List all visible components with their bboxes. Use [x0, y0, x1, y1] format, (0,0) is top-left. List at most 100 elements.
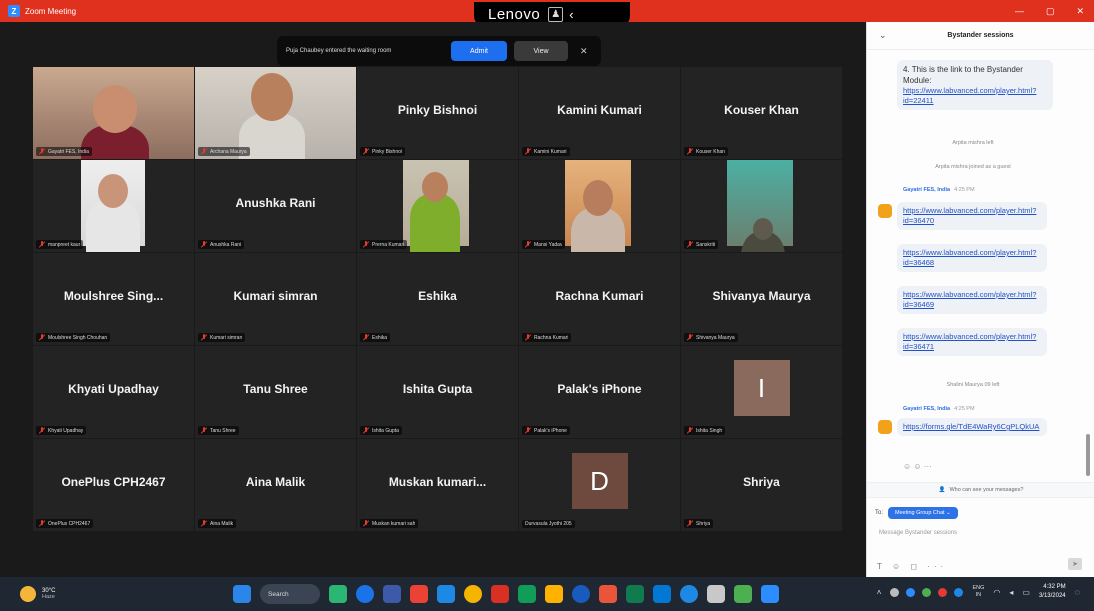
participant-display-name: Aina Malik: [245, 475, 306, 489]
taskbar-app-icon[interactable]: [464, 585, 482, 603]
message-link[interactable]: https://www.labvanced.com/player.html?id…: [903, 290, 1041, 310]
muted-mic-icon: [687, 427, 693, 434]
notification-bell-icon[interactable]: ◌: [1075, 587, 1080, 597]
participant-tile[interactable]: Muskan kumari... Muskan kumari sah: [357, 439, 518, 531]
recipient-dropdown[interactable]: Meeting Group Chat ⌄: [888, 507, 958, 519]
participant-tile[interactable]: Tanu Shree Tanu Shree: [195, 346, 356, 438]
participant-tile[interactable]: Sanskriti: [681, 160, 842, 252]
tray-app-icon[interactable]: [906, 587, 916, 597]
participant-name-label: Moulshree Singh Chouhan: [36, 333, 111, 342]
message-input[interactable]: Message Bystander sessions: [879, 530, 957, 536]
participant-name-label: Eshika: [360, 333, 391, 342]
taskbar-app-icon[interactable]: [491, 585, 509, 603]
participant-tile[interactable]: manpreet kaur: [33, 160, 194, 252]
participant-tile[interactable]: Gayatri FES, India: [33, 67, 194, 159]
participant-tile[interactable]: D Durvasula Jyothi 205: [519, 439, 680, 531]
taskbar-app-icon[interactable]: [545, 585, 563, 603]
participant-tile[interactable]: Kouser Khan Kouser Khan: [681, 67, 842, 159]
admit-button[interactable]: Admit: [451, 41, 507, 61]
tray-app-icon[interactable]: [890, 587, 900, 597]
muted-mic-icon: [363, 148, 369, 155]
taskbar-app-icon[interactable]: [761, 585, 779, 603]
participant-name: Khyati Upadhay: [48, 427, 84, 434]
tray-app-icon[interactable]: [922, 587, 932, 597]
participant-tile[interactable]: I Ishita Singh: [681, 346, 842, 438]
send-button[interactable]: ➤: [1068, 558, 1082, 570]
message-reactions[interactable]: ☺ ☺ ···: [903, 462, 932, 471]
muted-mic-icon: [363, 241, 369, 248]
participant-tile[interactable]: Kumari simran Kumari simran: [195, 253, 356, 345]
muted-mic-icon: [39, 241, 45, 248]
participant-tile[interactable]: Eshika Eshika: [357, 253, 518, 345]
message-text: 4. This is the link to the Bystander Mod…: [903, 65, 1023, 85]
battery-icon[interactable]: ▭: [1022, 588, 1030, 597]
taskbar-app-icon[interactable]: [410, 585, 428, 603]
lang-line: ENG: [972, 585, 985, 591]
participant-tile[interactable]: Prerna Kumari: [357, 160, 518, 252]
participant-tile[interactable]: OnePlus CPH2467 OnePlus CPH2467: [33, 439, 194, 531]
taskbar-app-icon[interactable]: [518, 585, 536, 603]
muted-mic-icon: [201, 241, 207, 248]
taskbar-app-icon[interactable]: [437, 585, 455, 603]
tray-app-icon[interactable]: [938, 587, 948, 597]
taskbar-search[interactable]: Search: [260, 584, 320, 604]
participant-tile[interactable]: Palak's iPhone Palak's iPhone: [519, 346, 680, 438]
participant-name: Gayatri FES, India: [48, 148, 89, 155]
participant-tile[interactable]: Pinky Bishnoi Pinky Bishnoi: [357, 67, 518, 159]
tray-app-icon[interactable]: [954, 587, 964, 597]
participant-tile[interactable]: Shivanya Maurya Shivanya Maurya: [681, 253, 842, 345]
message-link[interactable]: https://www.labvanced.com/player.html?id…: [903, 248, 1041, 268]
muted-mic-icon: [687, 148, 693, 155]
message-time: 4:25 PM: [954, 187, 975, 193]
participant-tile[interactable]: Ishita Gupta Ishita Gupta: [357, 346, 518, 438]
wifi-icon[interactable]: ◠: [993, 588, 1000, 597]
taskbar-app-icon[interactable]: [626, 585, 644, 603]
system-message: Shalini Maurya 09 left: [946, 382, 1000, 388]
message-sender: Gayatri FES, India 4:25 PM: [903, 187, 975, 193]
taskbar-app-icon[interactable]: [329, 585, 347, 603]
taskbar-app-icon[interactable]: [653, 585, 671, 603]
participant-tile[interactable]: Anushka Rani Anushka Rani: [195, 160, 356, 252]
language-indicator[interactable]: ENG IN: [972, 585, 984, 599]
participant-display-name: Shriya: [743, 475, 780, 489]
participant-tile[interactable]: Aina Malik Aina Malik: [195, 439, 356, 531]
composer-toolbar[interactable]: T ☺ ◻ ···: [877, 562, 947, 571]
taskbar-app-icon[interactable]: [356, 585, 374, 603]
message-link[interactable]: https://www.labvanced.com/player.html?id…: [903, 86, 1047, 106]
volume-icon[interactable]: ◂: [1009, 588, 1013, 597]
message-link[interactable]: https://www.labvanced.com/player.html?id…: [903, 332, 1041, 352]
participant-tile[interactable]: Kamini Kumari Kamini Kumari: [519, 67, 680, 159]
taskbar-app-icon[interactable]: [707, 585, 725, 603]
taskbar-app-icon[interactable]: [572, 585, 590, 603]
maximize-button[interactable]: ▢: [1046, 6, 1055, 17]
taskbar-app-icon[interactable]: [599, 585, 617, 603]
taskbar-app-icon[interactable]: [680, 585, 698, 603]
participant-tile[interactable]: Shriya Shriya: [681, 439, 842, 531]
muted-mic-icon: [39, 334, 45, 341]
chevron-up-icon[interactable]: ˄: [877, 588, 882, 597]
participant-tile[interactable]: Khyati Upadhay Khyati Upadhay: [33, 346, 194, 438]
close-icon[interactable]: ✕: [580, 46, 588, 57]
message-link[interactable]: https://forms.gle/TdE4WaRy6CgPLQkUA: [903, 422, 1041, 432]
view-button[interactable]: View: [514, 41, 568, 61]
participant-name: Palak's iPhone: [534, 427, 567, 434]
participant-display-name: Palak's iPhone: [557, 382, 642, 396]
close-window-button[interactable]: ✕: [1076, 6, 1084, 17]
taskbar-app-icon[interactable]: [383, 585, 401, 603]
participant-tile[interactable]: Mansi Yadav: [519, 160, 680, 252]
start-button[interactable]: [233, 585, 251, 603]
taskbar-clock[interactable]: 4:32 PM 3/13/2024: [1039, 583, 1066, 601]
chevron-down-icon[interactable]: ⌄: [879, 30, 887, 41]
message-link[interactable]: https://www.labvanced.com/player.html?id…: [903, 206, 1041, 226]
who-can-see-link[interactable]: 👤 Who can see your messages?: [867, 482, 1094, 498]
participant-tile[interactable]: Moulshree Sing... Moulshree Singh Chouhan: [33, 253, 194, 345]
taskbar-app-icon[interactable]: [734, 585, 752, 603]
minimize-button[interactable]: —: [1015, 6, 1024, 16]
weather-widget[interactable]: 30°C Haze: [20, 586, 55, 602]
participant-name-label: Pinky Bishnoi: [360, 147, 406, 156]
sender-avatar: [878, 204, 892, 218]
chat-scrollbar[interactable]: [1086, 434, 1090, 476]
participant-tile[interactable]: Archana Maurya: [195, 67, 356, 159]
participant-display-name: Ishita Gupta: [402, 382, 473, 396]
participant-tile[interactable]: Rachna Kumari Rachna Kumari: [519, 253, 680, 345]
